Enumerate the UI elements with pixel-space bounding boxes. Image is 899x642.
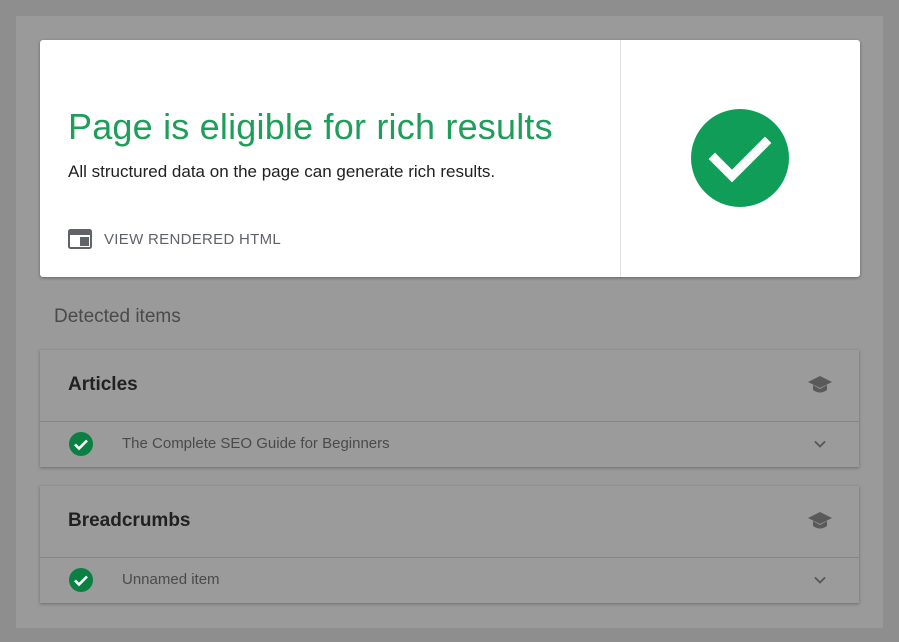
view-rendered-html-label: VIEW RENDERED HTML <box>104 230 282 248</box>
result-summary-card: Page is eligible for rich results All st… <box>40 40 860 277</box>
group-title: Articles <box>68 374 138 395</box>
check-circle-icon <box>69 568 93 592</box>
detected-items-heading: Detected items <box>54 306 181 327</box>
detected-item-label: The Complete SEO Guide for Beginners <box>122 435 390 452</box>
check-circle-icon <box>69 432 93 456</box>
group-header: Breadcrumbs <box>40 486 859 558</box>
group-header: Articles <box>40 350 859 422</box>
chevron-down-icon[interactable] <box>813 573 827 587</box>
detected-group-articles: Articles The Complete SEO Guide for Begi… <box>40 350 859 467</box>
group-title: Breadcrumbs <box>68 510 191 531</box>
chevron-down-icon[interactable] <box>813 437 827 451</box>
browser-window-icon <box>68 229 92 249</box>
graduation-cap-icon[interactable] <box>807 375 833 395</box>
detected-group-breadcrumbs: Breadcrumbs Unnamed item <box>40 486 859 603</box>
detected-item-row[interactable]: The Complete SEO Guide for Beginners <box>40 422 859 467</box>
detected-item-label: Unnamed item <box>122 571 220 588</box>
view-rendered-html-button[interactable]: VIEW RENDERED HTML <box>68 226 281 252</box>
result-title: Page is eligible for rich results <box>68 106 553 147</box>
result-summary-text: Page is eligible for rich results All st… <box>40 40 620 277</box>
graduation-cap-icon[interactable] <box>807 511 833 531</box>
check-circle-icon <box>691 109 789 207</box>
result-subtitle: All structured data on the page can gene… <box>68 162 496 181</box>
result-divider <box>620 40 621 277</box>
detected-item-row[interactable]: Unnamed item <box>40 558 859 603</box>
